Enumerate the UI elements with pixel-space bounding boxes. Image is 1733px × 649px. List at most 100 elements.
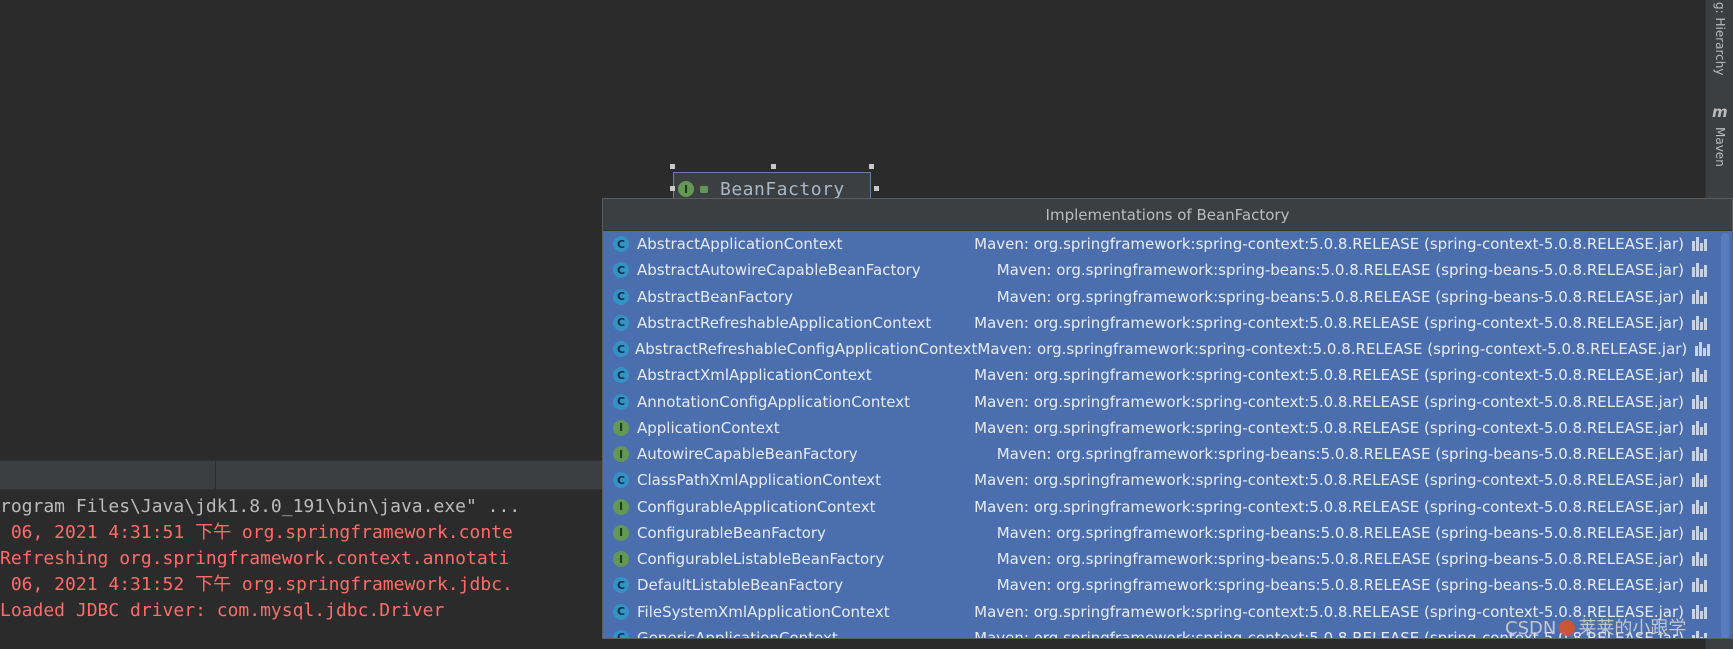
selection-handle[interactable] <box>869 164 874 169</box>
implementation-name: ApplicationContext <box>637 418 780 437</box>
implementation-row[interactable]: C AbstractBeanFactory Maven: org.springfra… <box>603 284 1714 310</box>
library-icon <box>1692 447 1708 461</box>
implementation-library: Maven: org.springframework:spring-contex… <box>974 313 1684 332</box>
class-icon: C <box>613 472 629 489</box>
implementation-row[interactable]: I ConfigurableBeanFactory Maven: org.sprin… <box>603 520 1714 546</box>
implementation-name: AnnotationConfigApplicationContext <box>637 392 910 411</box>
implementation-row[interactable]: C AnnotationConfigApplicationContext Maven… <box>603 389 1714 415</box>
row-icon-wrap: I <box>613 446 631 462</box>
maven-tool-tab[interactable]: Maven <box>1706 122 1733 172</box>
implementation-library: Maven: org.springframework:spring-contex… <box>974 392 1684 411</box>
row-icon-wrap: C <box>613 603 631 620</box>
popup-title: Implementations of BeanFactory <box>603 199 1732 231</box>
implementation-name: AbstractRefreshableConfigApplicationCont… <box>635 340 978 358</box>
watermark-text: CSDN <box>1505 618 1557 639</box>
class-icon: C <box>613 393 629 410</box>
console-line: 06, 2021 4:31:52 下午 org.springframework.… <box>0 574 513 595</box>
library-icon <box>1692 237 1708 251</box>
row-icon-wrap: C <box>613 262 631 279</box>
implementation-row[interactable]: C AbstractRefreshableApplicationContext Ma… <box>603 310 1714 336</box>
row-icon-wrap: C <box>613 472 631 489</box>
library-icon <box>1692 473 1708 488</box>
library-icon <box>1692 525 1708 540</box>
implementation-row[interactable]: C AbstractAutowireCapableBeanFactory Maven… <box>603 257 1714 283</box>
class-icon: C <box>613 341 629 357</box>
implementation-name: ConfigurableApplicationContext <box>637 497 876 516</box>
implementation-name: AutowireCapableBeanFactory <box>637 445 858 463</box>
library-icon <box>1692 552 1708 566</box>
selection-handle[interactable] <box>670 186 675 191</box>
implementation-library: Maven: org.springframework:spring-contex… <box>977 340 1688 358</box>
implementation-library: Maven: org.springframework:spring-beans:… <box>996 445 1684 463</box>
selection-handle[interactable] <box>771 164 776 169</box>
library-icon <box>1692 263 1708 278</box>
interface-icon: I <box>678 181 694 197</box>
implementation-row[interactable]: C ClassPathXmlApplicationContext Maven: or… <box>603 467 1714 493</box>
row-icon-wrap: I <box>613 419 631 436</box>
library-icon <box>1692 578 1708 593</box>
library-icon <box>1692 368 1708 383</box>
library-icon <box>1692 499 1708 514</box>
row-icon-wrap: C <box>613 629 631 638</box>
implementation-row[interactable]: C AbstractRefreshableConfigApplicationCon… <box>603 336 1714 362</box>
row-icon-wrap: C <box>613 341 629 357</box>
console-output[interactable]: rogram Files\Java\jdk1.8.0_191\bin\java.… <box>0 490 605 649</box>
watermark-author: 莱莱的小跟学 <box>1578 618 1687 639</box>
implementation-library: Maven: org.springframework:spring-contex… <box>974 418 1684 437</box>
watermark: CSDN 莱莱的小跟学 <box>1505 614 1686 640</box>
implementation-row[interactable]: I ConfigurableListableBeanFactory Maven: o… <box>603 546 1714 572</box>
library-icon <box>1692 315 1708 330</box>
implementations-list: C AbstractApplicationContext Maven: org.sp… <box>603 231 1732 638</box>
implementation-row[interactable]: C AbstractApplicationContext Maven: org.sp… <box>603 231 1714 257</box>
implementation-name: AbstractRefreshableApplicationContext <box>637 313 932 332</box>
selection-handle[interactable] <box>670 164 675 169</box>
console-tab[interactable] <box>0 461 216 489</box>
lock-icon <box>700 185 708 193</box>
row-icon-wrap: C <box>613 577 631 594</box>
implementation-name: AbstractXmlApplicationContext <box>637 366 872 385</box>
implementation-library: Maven: org.springframework:spring-contex… <box>974 497 1684 516</box>
popup-scrollbar[interactable] <box>1721 233 1729 638</box>
row-icon-wrap: C <box>613 236 631 252</box>
console-line: Loaded JDBC driver: com.mysql.jdbc.Drive… <box>0 600 445 621</box>
implementation-row[interactable]: C DefaultListableBeanFactory Maven: org.sp… <box>603 572 1714 598</box>
implementation-row[interactable]: C AbstractXmlApplicationContext Maven: org… <box>603 362 1714 388</box>
row-icon-wrap: C <box>613 314 631 331</box>
console-toolbar <box>0 460 605 490</box>
library-icon <box>1692 289 1708 304</box>
implementation-name: FileSystemXmlApplicationContext <box>637 602 890 621</box>
row-icon-wrap: C <box>613 367 631 384</box>
hierarchy-tool-tab[interactable]: g: Hierarchy <box>1706 0 1733 78</box>
selection-handle[interactable] <box>874 186 879 191</box>
diagram-node-label: BeanFactory <box>720 178 845 200</box>
library-icon <box>1692 630 1708 638</box>
class-icon: C <box>613 367 629 384</box>
class-icon: C <box>613 577 629 594</box>
implementation-row[interactable]: I ApplicationContext Maven: org.springfram… <box>603 415 1714 441</box>
implementation-row[interactable]: I ConfigurableApplicationContext Maven: or… <box>603 494 1714 520</box>
maven-icon[interactable]: m <box>1712 103 1728 121</box>
implementation-library: Maven: org.springframework:spring-contex… <box>974 366 1684 385</box>
library-icon <box>1692 604 1708 619</box>
interface-icon: I <box>613 524 629 541</box>
implementation-name: DefaultListableBeanFactory <box>637 576 844 595</box>
interface-icon: I <box>613 551 629 567</box>
class-icon: C <box>613 236 629 252</box>
implementation-library: Maven: org.springframework:spring-beans:… <box>996 287 1684 306</box>
row-icon-wrap: C <box>613 393 631 410</box>
implementation-row[interactable]: I AutowireCapableBeanFactory Maven: org.sp… <box>603 441 1714 467</box>
console-line: rogram Files\Java\jdk1.8.0_191\bin\java.… <box>0 496 521 517</box>
implementation-name: AbstractApplicationContext <box>637 235 843 253</box>
csdn-logo-icon <box>1559 620 1576 636</box>
library-icon <box>1692 394 1708 409</box>
implementation-library: Maven: org.springframework:spring-beans:… <box>996 550 1684 568</box>
class-icon: C <box>613 603 629 620</box>
implementation-name: ConfigurableListableBeanFactory <box>637 550 885 568</box>
implementation-library: Maven: org.springframework:spring-beans:… <box>996 576 1684 595</box>
class-icon: C <box>613 314 629 331</box>
implementation-library: Maven: org.springframework:spring-beans:… <box>996 261 1684 280</box>
console-line: 06, 2021 4:31:51 下午 org.springframework.… <box>0 522 513 543</box>
interface-icon: I <box>613 446 629 462</box>
implementation-name: ClassPathXmlApplicationContext <box>637 471 882 490</box>
class-icon: C <box>613 288 629 305</box>
